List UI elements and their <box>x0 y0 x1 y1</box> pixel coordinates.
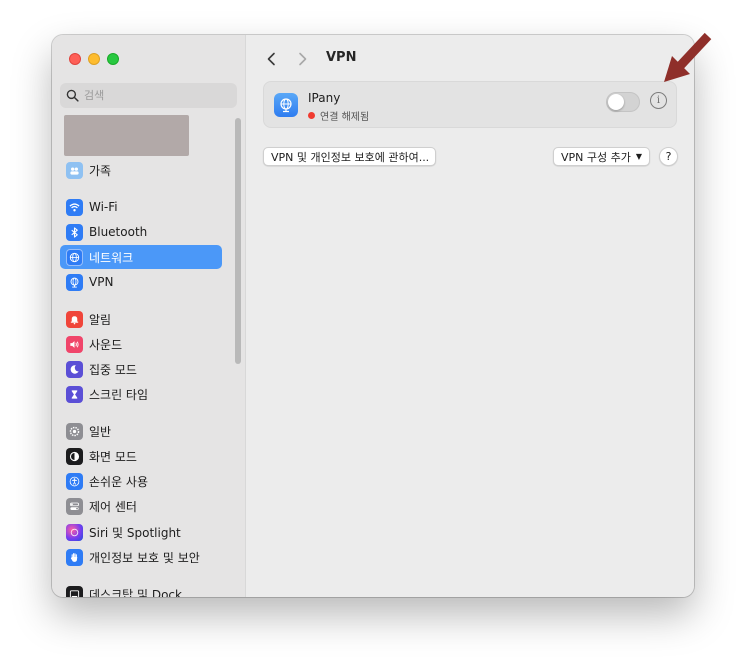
sidebar-item-label: 네트워크 <box>89 250 134 265</box>
chevron-left-icon <box>267 52 275 66</box>
vpn-connection-card: IPany 연결 해제됨 i <box>263 81 677 128</box>
sidebar-item-focus[interactable]: 집중 모드 <box>60 357 222 381</box>
sidebar-item-label: Bluetooth <box>89 225 148 239</box>
vpn-globe-icon <box>66 273 83 291</box>
switches-icon <box>66 497 83 515</box>
sidebar-item-label: 개인정보 보호 및 보안 <box>89 550 200 565</box>
gear-icon <box>66 422 83 440</box>
search-field[interactable] <box>60 83 237 108</box>
sidebar-item-label: 손쉬운 사용 <box>89 474 149 489</box>
sidebar-item-label: 알림 <box>89 312 112 327</box>
sidebar-scrollbar[interactable] <box>235 118 241 364</box>
search-input[interactable] <box>84 89 224 102</box>
sidebar-item-sound[interactable]: 사운드 <box>60 332 222 356</box>
info-icon[interactable]: i <box>650 92 667 109</box>
main-content: VPN IPany 연결 해제됨 i VPN 및 개인정보 보호에 관하여...… <box>246 35 694 597</box>
zoom-window-button[interactable] <box>107 53 119 65</box>
minimize-window-button[interactable] <box>88 53 100 65</box>
moon-icon <box>66 360 83 378</box>
vpn-privacy-button[interactable]: VPN 및 개인정보 보호에 관하여... <box>263 147 436 166</box>
siri-icon <box>66 523 83 541</box>
sidebar-item-family[interactable]: 가족 <box>60 158 222 182</box>
sidebar-item-appearance[interactable]: 화면 모드 <box>60 444 222 468</box>
close-window-button[interactable] <box>69 53 81 65</box>
wifi-icon <box>66 198 83 216</box>
sidebar-item-label: 가족 <box>89 163 112 178</box>
sidebar-item-notifications[interactable]: 알림 <box>60 307 222 331</box>
sidebar-item-label: 일반 <box>89 424 112 439</box>
sidebar-item-siri[interactable]: Siri 및 Spotlight <box>60 520 222 544</box>
toggle-knob <box>608 94 624 110</box>
sidebar-item-control-center[interactable]: 제어 센터 <box>60 494 222 518</box>
hourglass-icon <box>66 385 83 403</box>
sidebar: 가족 Wi-Fi Bluetooth 네트워크 VPN <box>52 35 246 597</box>
sidebar-item-accessibility[interactable]: 손쉬운 사용 <box>60 469 222 493</box>
chevron-down-icon: ▼ <box>635 152 643 161</box>
globe-icon <box>66 248 83 266</box>
sidebar-item-screentime[interactable]: 스크린 타임 <box>60 382 222 406</box>
chevron-right-icon <box>299 52 307 66</box>
accessibility-icon <box>66 472 83 490</box>
dock-icon <box>66 585 83 597</box>
sidebar-item-vpn[interactable]: VPN <box>60 270 222 294</box>
settings-window: 가족 Wi-Fi Bluetooth 네트워크 VPN <box>52 35 694 597</box>
sidebar-item-bluetooth[interactable]: Bluetooth <box>60 220 222 244</box>
back-button[interactable] <box>261 49 281 69</box>
annotation-arrow-icon <box>664 32 712 82</box>
speaker-icon <box>66 335 83 353</box>
sidebar-item-privacy[interactable]: 개인정보 보호 및 보안 <box>60 545 222 569</box>
bell-icon <box>66 310 83 328</box>
vpn-toggle[interactable] <box>606 92 640 112</box>
sidebar-item-label: 집중 모드 <box>89 362 137 377</box>
vpn-status-text: 연결 해제됨 <box>320 112 370 123</box>
sidebar-item-label: 스크린 타임 <box>89 387 149 402</box>
bluetooth-icon <box>66 223 83 241</box>
sidebar-item-label: 제어 센터 <box>89 499 137 514</box>
add-vpn-label: VPN 구성 추가 <box>561 150 631 164</box>
sidebar-item-label: 사운드 <box>89 337 123 352</box>
sidebar-item-label: Wi-Fi <box>89 200 118 214</box>
add-vpn-configuration-button[interactable]: VPN 구성 추가 ▼ <box>553 147 650 166</box>
sidebar-item-desktop-dock[interactable]: 데스크탑 및 Dock <box>60 582 222 597</box>
sidebar-item-label: VPN <box>89 275 114 289</box>
forward-button[interactable] <box>293 49 313 69</box>
vpn-status: 연결 해제됨 <box>308 108 369 123</box>
page-title: VPN <box>326 50 357 65</box>
hand-icon <box>66 548 83 566</box>
vpn-name: IPany <box>308 91 341 105</box>
sidebar-item-general[interactable]: 일반 <box>60 419 222 443</box>
vpn-globe-icon <box>274 93 298 117</box>
sidebar-item-network[interactable]: 네트워크 <box>60 245 222 269</box>
sidebar-item-wifi[interactable]: Wi-Fi <box>60 195 222 219</box>
sidebar-item-label: 데스크탑 및 Dock <box>89 587 182 598</box>
sidebar-item-label: 화면 모드 <box>89 449 137 464</box>
family-icon <box>66 161 83 179</box>
search-icon <box>66 89 79 102</box>
appearance-icon <box>66 447 83 465</box>
sidebar-item-label: Siri 및 Spotlight <box>89 525 181 540</box>
status-dot-icon <box>308 112 315 119</box>
account-avatar-redacted[interactable] <box>64 115 189 156</box>
help-button[interactable]: ? <box>659 147 678 166</box>
